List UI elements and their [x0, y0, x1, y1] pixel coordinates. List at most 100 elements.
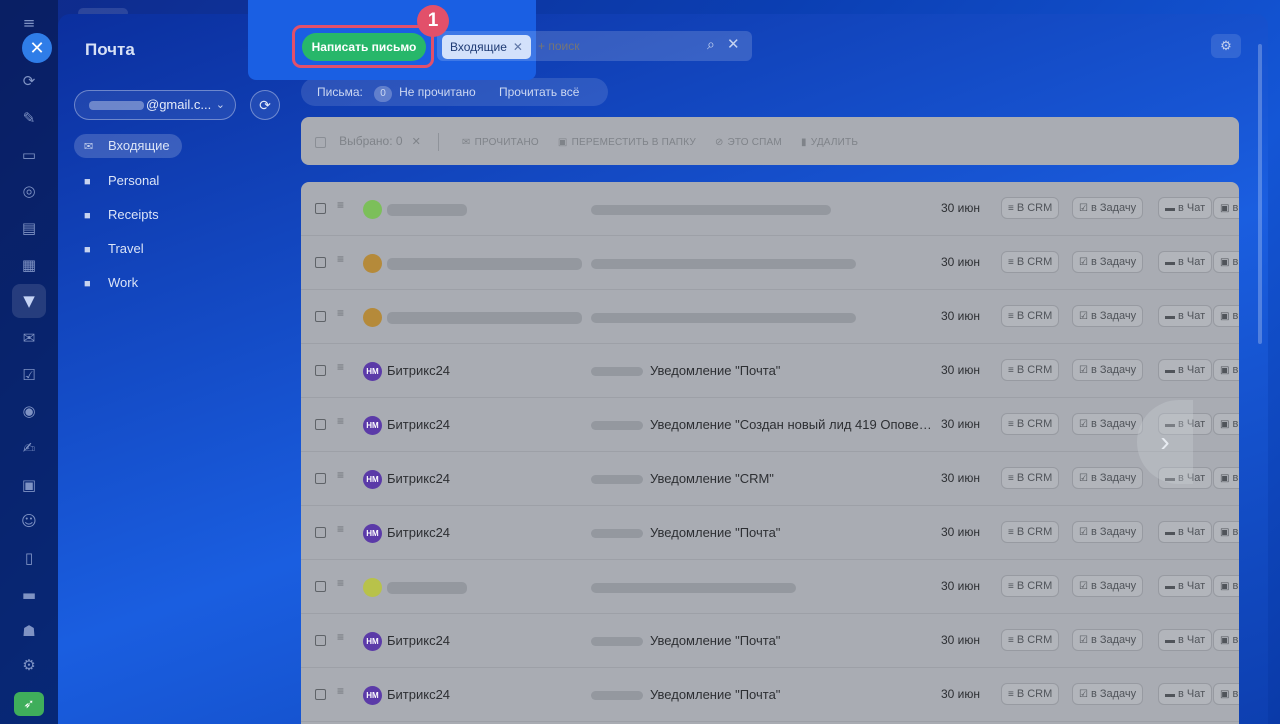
more-actions-button[interactable]: ▣ в	[1213, 521, 1239, 543]
add-to-task-button[interactable]: ☑ в Задачу	[1072, 629, 1144, 651]
message-row[interactable]: ≡ 30 июн ≡ В CRM ☑ в Задачу ▬ в Чат ▣ в	[301, 182, 1239, 236]
add-to-task-button[interactable]: ☑ в Задачу	[1072, 467, 1144, 489]
row-checkbox[interactable]	[315, 311, 326, 322]
message-subject[interactable]: Уведомление "Почта"	[650, 363, 935, 378]
select-all-checkbox[interactable]	[315, 136, 326, 148]
folder-work[interactable]: ■ Work	[74, 271, 150, 295]
more-actions-button[interactable]: ▣ в	[1213, 305, 1239, 327]
contact-card-icon[interactable]: ▣	[18, 474, 40, 496]
add-to-crm-button[interactable]: ≡ В CRM	[1001, 521, 1060, 543]
message-row[interactable]: ≡ НМ Битрикс24 Уведомление "Почта" 30 июн ≡ В …	[301, 344, 1239, 398]
row-checkbox[interactable]	[315, 365, 326, 376]
compose-button[interactable]: Написать письмо	[302, 33, 426, 61]
row-checkbox[interactable]	[315, 203, 326, 214]
row-checkbox[interactable]	[315, 527, 326, 538]
add-to-crm-button[interactable]: ≡ В CRM	[1001, 683, 1060, 705]
add-to-task-button[interactable]: ☑ в Задачу	[1072, 575, 1144, 597]
message-row[interactable]: ≡ НМ Битрикс24 Уведомление "Создан новый ли…	[301, 398, 1239, 452]
message-row[interactable]: ≡ НМ Битрикс24 Уведомление "Почта" 30 июн ≡ В …	[301, 506, 1239, 560]
folder-inbox[interactable]: ✉ Входящие	[74, 134, 182, 158]
scrollbar[interactable]	[1258, 44, 1262, 344]
row-checkbox[interactable]	[315, 689, 326, 700]
folder-personal[interactable]: ■ Personal	[74, 169, 171, 193]
folder-receipts[interactable]: ■ Receipts	[74, 203, 171, 227]
drag-handle-icon[interactable]: ≡	[337, 252, 344, 266]
add-to-crm-button[interactable]: ≡ В CRM	[1001, 629, 1060, 651]
folder-travel[interactable]: ■ Travel	[74, 237, 156, 261]
message-subject[interactable]: Уведомление "Почта"	[650, 633, 935, 648]
add-to-crm-button[interactable]: ≡ В CRM	[1001, 359, 1060, 381]
sign-icon[interactable]: ✍	[18, 437, 40, 459]
delete-action[interactable]: ▮ УДАЛИТЬ	[801, 137, 858, 148]
message-row[interactable]: ≡ НМ Битрикс24 Уведомление "Почта" 30 июн ≡ В …	[301, 668, 1239, 722]
documents-icon[interactable]: ▤	[18, 217, 40, 239]
more-actions-button[interactable]: ▣ в	[1213, 359, 1239, 381]
message-subject[interactable]: Уведомление "Создан новый лид 419 Оповещ…	[650, 417, 935, 432]
send-to-chat-button[interactable]: ▬ в Чат	[1158, 197, 1213, 219]
drag-handle-icon[interactable]: ≡	[337, 684, 344, 698]
add-to-crm-button[interactable]: ≡ В CRM	[1001, 305, 1060, 327]
drag-handle-icon[interactable]: ≡	[337, 414, 344, 428]
search-filter-tag[interactable]: Входящие ✕	[442, 35, 531, 59]
more-actions-button[interactable]: ▣ в	[1213, 467, 1239, 489]
mark-read-action[interactable]: ✉ ПРОЧИТАНО	[462, 137, 539, 148]
message-row[interactable]: ≡ 30 июн ≡ В CRM ☑ в Задачу ▬ в Чат ▣ в	[301, 236, 1239, 290]
message-subject[interactable]: Уведомление "Почта"	[650, 687, 935, 702]
activity-icon[interactable]: ⟳	[18, 70, 40, 92]
storage-box-icon[interactable]: ▬	[18, 584, 40, 606]
send-to-chat-button[interactable]: ▬ в Чат	[1158, 251, 1213, 273]
send-to-chat-button[interactable]: ▬ в Чат	[1158, 575, 1213, 597]
add-to-crm-button[interactable]: ≡ В CRM	[1001, 467, 1060, 489]
search-input[interactable]	[538, 39, 698, 53]
drag-handle-icon[interactable]: ≡	[337, 306, 344, 320]
add-to-task-button[interactable]: ☑ в Задачу	[1072, 197, 1144, 219]
more-actions-button[interactable]: ▣ в	[1213, 413, 1239, 435]
add-to-crm-button[interactable]: ≡ В CRM	[1001, 197, 1060, 219]
send-to-chat-button[interactable]: ▬ в Чат	[1158, 305, 1213, 327]
add-to-crm-button[interactable]: ≡ В CRM	[1001, 575, 1060, 597]
message-subject[interactable]: Уведомление "Почта"	[650, 525, 935, 540]
row-checkbox[interactable]	[315, 473, 326, 484]
message-row[interactable]: ≡ 30 июн ≡ В CRM ☑ в Задачу ▬ в Чат ▣ в	[301, 560, 1239, 614]
target-icon[interactable]: ◉	[18, 400, 40, 422]
calendar-icon[interactable]: ▦	[18, 254, 40, 276]
settings-icon[interactable]: ⚙	[18, 654, 40, 676]
move-to-folder-action[interactable]: ▣ ПЕРЕМЕСТИТЬ В ПАПКУ	[558, 137, 696, 148]
clear-search-icon[interactable]: ✕	[727, 35, 740, 53]
users-icon[interactable]: ☺	[18, 510, 40, 532]
add-to-task-button[interactable]: ☑ в Задачу	[1072, 305, 1144, 327]
storage-icon[interactable]: ◎	[18, 180, 40, 202]
chat-icon[interactable]: ▭	[18, 144, 40, 166]
clear-selection-icon[interactable]: ✕	[412, 136, 421, 148]
add-to-task-button[interactable]: ☑ в Задачу	[1072, 359, 1144, 381]
drag-handle-icon[interactable]: ≡	[337, 522, 344, 536]
drag-handle-icon[interactable]: ≡	[337, 576, 344, 590]
mail-icon[interactable]: ✉	[18, 327, 40, 349]
send-to-chat-button[interactable]: ▬ в Чат	[1158, 521, 1213, 543]
tasks-edit-icon[interactable]: ✎	[18, 107, 40, 129]
rocket-icon[interactable]: ➶	[14, 692, 44, 716]
mark-spam-action[interactable]: ⊘ ЭТО СПАМ	[715, 137, 782, 148]
add-to-task-button[interactable]: ☑ в Задачу	[1072, 683, 1144, 705]
send-to-chat-button[interactable]: ▬ в Чат	[1158, 359, 1213, 381]
drag-handle-icon[interactable]: ≡	[337, 630, 344, 644]
add-to-crm-button[interactable]: ≡ В CRM	[1001, 413, 1060, 435]
message-row[interactable]: ≡ НМ Битрикс24 Уведомление "CRM" 30 июн ≡ В CR…	[301, 452, 1239, 506]
message-row[interactable]: ≡ НМ Битрикс24 Уведомление "Почта" 30 июн ≡ В …	[301, 614, 1239, 668]
close-slider-button[interactable]: ✕	[22, 33, 52, 63]
search-icon[interactable]: ⌕	[707, 36, 715, 53]
add-to-task-button[interactable]: ☑ в Задачу	[1072, 251, 1144, 273]
unread-filter[interactable]: Не прочитано	[399, 85, 476, 99]
row-checkbox[interactable]	[315, 419, 326, 430]
remove-tag-icon[interactable]: ✕	[513, 40, 523, 54]
add-to-crm-button[interactable]: ≡ В CRM	[1001, 251, 1060, 273]
menu-icon[interactable]: ≡	[18, 12, 40, 34]
robot-icon[interactable]: ☗	[18, 620, 40, 642]
message-subject[interactable]: Уведомление "CRM"	[650, 471, 935, 486]
mail-settings-button[interactable]: ⚙	[1211, 34, 1241, 58]
more-actions-button[interactable]: ▣ в	[1213, 251, 1239, 273]
more-actions-button[interactable]: ▣ в	[1213, 629, 1239, 651]
row-checkbox[interactable]	[315, 635, 326, 646]
add-to-task-button[interactable]: ☑ в Задачу	[1072, 521, 1144, 543]
read-all-link[interactable]: Прочитать всё	[499, 85, 579, 99]
